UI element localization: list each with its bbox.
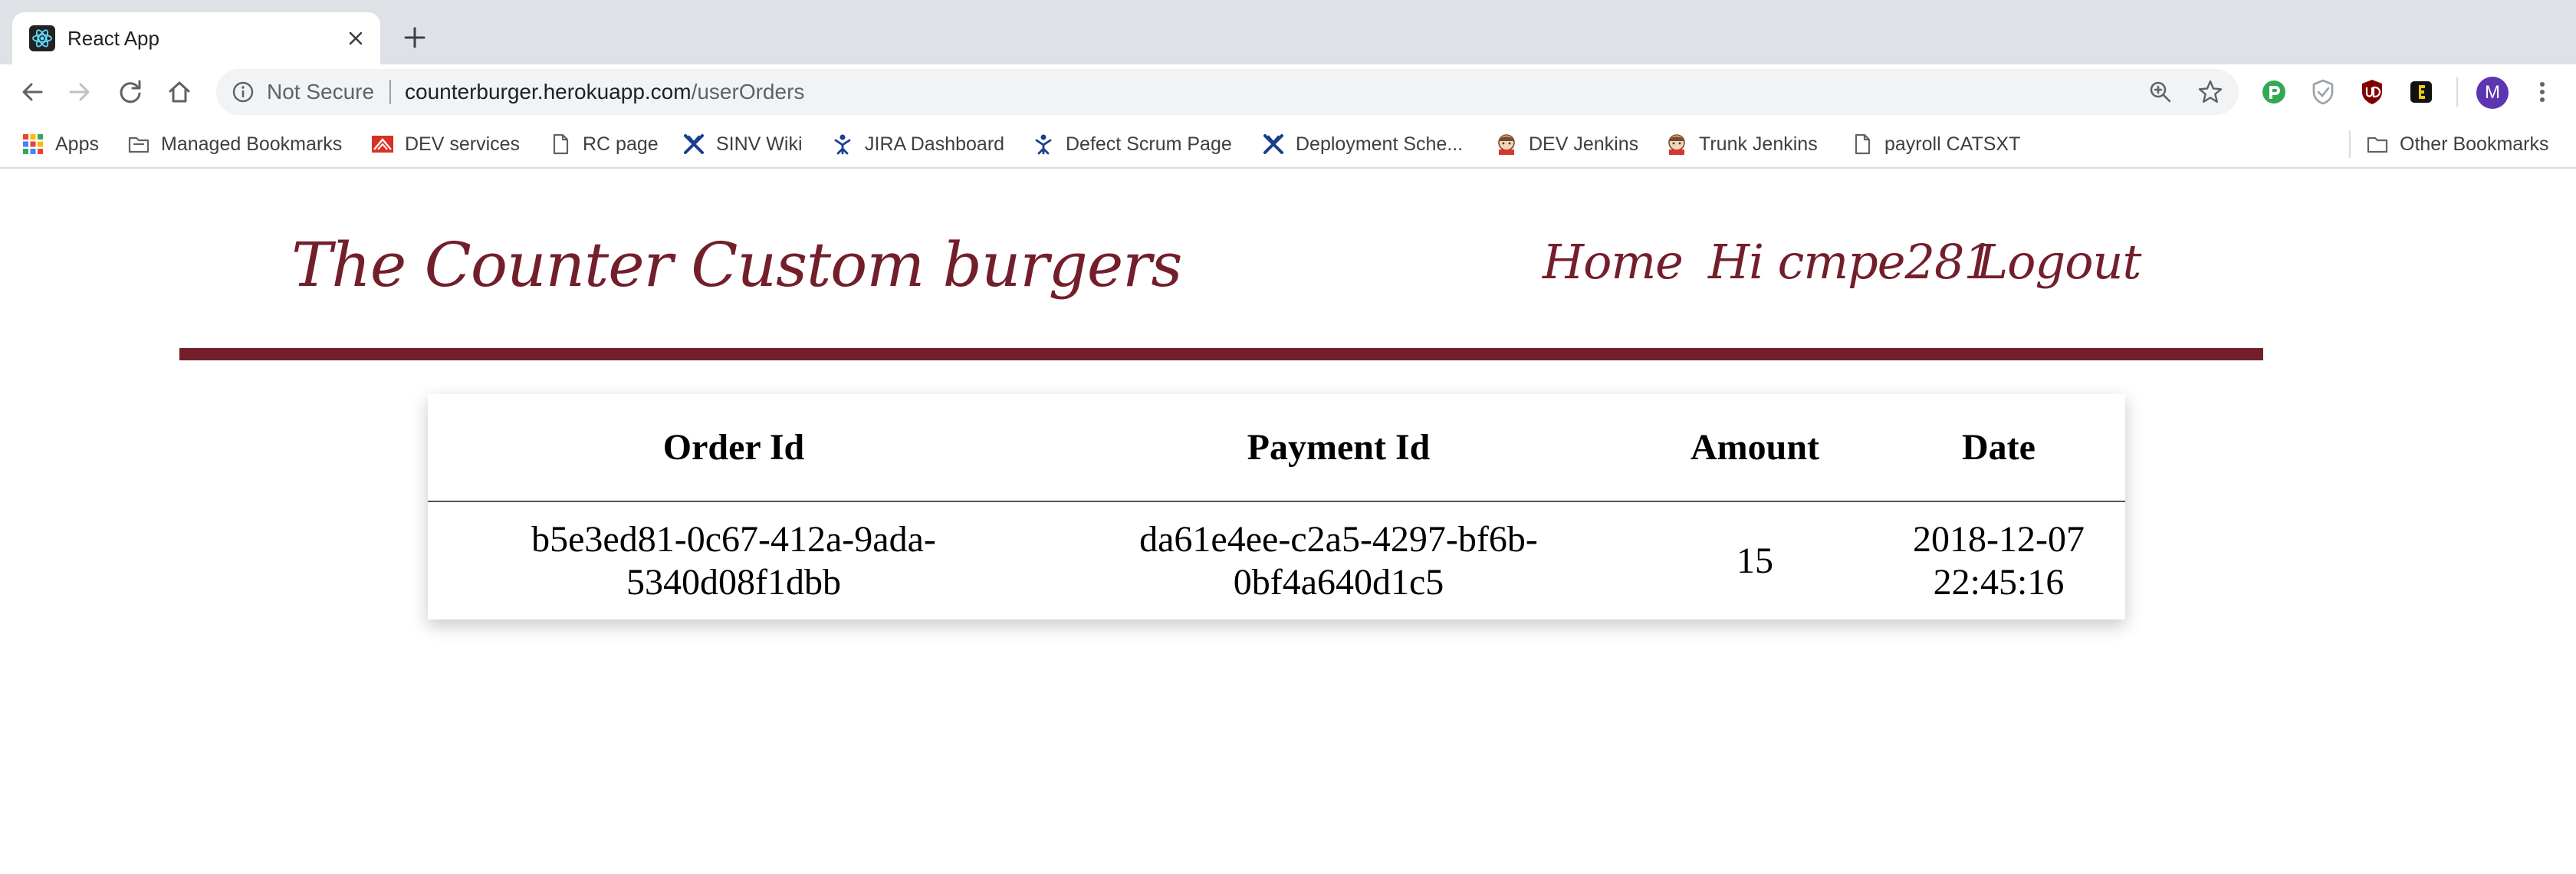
nav-home-link[interactable]: Home	[1543, 232, 1684, 293]
bookmark-defect-scrum[interactable]: Defect Scrum Page	[1032, 126, 1232, 163]
shield-extension-icon[interactable]	[2308, 77, 2338, 107]
bookmark-deployment-schedule[interactable]: Deployment Sche...	[1262, 126, 1463, 163]
nav-greeting-link[interactable]: Hi cmpe281	[1708, 232, 1994, 293]
column-header-date: Date	[1872, 394, 2125, 502]
folder-icon	[128, 136, 150, 153]
bookmark-label: DEV Jenkins	[1529, 133, 1639, 155]
bookmarks-divider	[2349, 130, 2351, 158]
address-bar[interactable]: Not Secure counterburger.herokuapp.com/u…	[216, 69, 2239, 115]
page-icon	[1855, 133, 1871, 155]
zoom-icon[interactable]	[2148, 80, 2173, 104]
bookmarks-bar: Apps Managed Bookmarks DEV services RC p…	[0, 120, 2576, 169]
home-icon[interactable]	[166, 78, 193, 106]
ublock-extension-icon[interactable]	[2357, 77, 2387, 107]
back-arrow-icon[interactable]	[18, 78, 46, 106]
table-header-row: Order Id Payment Id Amount Date	[428, 394, 2125, 502]
jira-icon	[1035, 134, 1052, 155]
address-separator	[389, 80, 391, 104]
bookmark-label: Apps	[55, 133, 99, 155]
evernote-extension-icon[interactable]	[2406, 77, 2436, 107]
url-host: counterburger.herokuapp.com	[405, 80, 692, 104]
reload-icon[interactable]	[117, 78, 144, 106]
date-line2: 22:45:16	[1933, 561, 2065, 603]
tab-strip: React App	[0, 0, 2576, 64]
info-icon[interactable]	[232, 80, 255, 104]
date-line1: 2018-12-07	[1913, 518, 2085, 560]
red-mountain-icon	[372, 136, 393, 153]
toolbar-divider	[2456, 77, 2458, 107]
browser-tab[interactable]: React App	[12, 12, 380, 64]
bookmark-star-icon[interactable]	[2197, 79, 2223, 105]
bookmark-managed[interactable]: Managed Bookmarks	[127, 126, 342, 163]
nav-logout-link[interactable]: Logout	[1976, 232, 2141, 293]
bookmark-trunk-jenkins[interactable]: Trunk Jenkins	[1665, 126, 1818, 163]
folder-icon	[2367, 136, 2388, 153]
bookmark-label: JIRA Dashboard	[865, 133, 1005, 155]
column-header-amount: Amount	[1638, 394, 1872, 502]
security-label[interactable]: Not Secure	[267, 79, 374, 105]
order-id-line2: 5340d08f1dbb	[626, 561, 841, 603]
bookmark-payroll[interactable]: payroll CATSXT	[1851, 126, 2020, 163]
bookmark-rc-page[interactable]: RC page	[549, 126, 659, 163]
forward-arrow-icon[interactable]	[66, 78, 94, 106]
payment-id-cell: da61e4ee-c2a5-4297-bf6b- 0bf4a640d1c5	[1040, 501, 1638, 619]
green-extension-icon[interactable]	[2259, 77, 2289, 107]
bookmark-label: RC page	[583, 133, 659, 155]
bookmark-label: SINV Wiki	[716, 133, 803, 155]
bookmark-label: Managed Bookmarks	[161, 133, 343, 155]
url-path: /userOrders	[691, 80, 805, 104]
x-logo-icon	[684, 134, 704, 154]
jenkins-icon	[1498, 134, 1515, 155]
bookmark-label: DEV services	[405, 133, 521, 155]
react-logo-icon	[29, 25, 55, 51]
table-row: b5e3ed81-0c67-412a-9ada- 5340d08f1dbb da…	[428, 501, 2125, 619]
amount-cell: 15	[1737, 540, 1773, 581]
payment-id-line1: da61e4ee-c2a5-4297-bf6b-	[1139, 518, 1538, 560]
header-divider	[179, 348, 2263, 360]
close-icon[interactable]	[343, 26, 368, 51]
bookmark-dev-services[interactable]: DEV services	[371, 126, 520, 163]
bookmark-sinv-wiki[interactable]: SINV Wiki	[682, 126, 803, 163]
orders-table: Order Id Payment Id Amount Date b5e3ed81…	[428, 394, 2125, 619]
url-text[interactable]: counterburger.herokuapp.com/userOrders	[405, 79, 804, 105]
page-content: The Counter Custom burgers Home Hi cmpe2…	[0, 169, 2576, 874]
bookmark-label: Other Bookmarks	[2400, 133, 2549, 155]
browser-toolbar: Not Secure counterburger.herokuapp.com/u…	[0, 64, 2576, 120]
apps-grid-icon	[23, 134, 43, 154]
page-icon	[553, 133, 569, 155]
jira-icon	[834, 134, 851, 155]
bookmark-apps[interactable]: Apps	[21, 126, 99, 163]
bookmark-label: Defect Scrum Page	[1066, 133, 1232, 155]
column-header-payment-id: Payment Id	[1040, 394, 1638, 502]
order-id-cell: b5e3ed81-0c67-412a-9ada- 5340d08f1dbb	[428, 501, 1040, 619]
profile-avatar[interactable]: M	[2476, 77, 2509, 109]
jenkins-icon	[1668, 134, 1685, 155]
tab-title: React App	[67, 27, 159, 50]
x-logo-icon	[1263, 134, 1283, 154]
bookmark-label: Deployment Sche...	[1296, 133, 1464, 155]
orders-card: Order Id Payment Id Amount Date b5e3ed81…	[428, 394, 2125, 619]
new-tab-plus-icon[interactable]	[400, 23, 429, 52]
bookmark-label: Trunk Jenkins	[1699, 133, 1818, 155]
bookmark-jira-dashboard[interactable]: JIRA Dashboard	[831, 126, 1004, 163]
order-id-line1: b5e3ed81-0c67-412a-9ada-	[531, 518, 936, 560]
bookmark-label: payroll CATSXT	[1884, 133, 2021, 155]
payment-id-line2: 0bf4a640d1c5	[1233, 561, 1444, 603]
column-header-order-id: Order Id	[428, 394, 1040, 502]
bookmark-other[interactable]: Other Bookmarks	[2366, 126, 2549, 163]
brand-title: The Counter Custom burgers	[291, 229, 1182, 301]
menu-dots-icon[interactable]	[2527, 77, 2558, 107]
bookmark-dev-jenkins[interactable]: DEV Jenkins	[1495, 126, 1638, 163]
date-cell: 2018-12-07 22:45:16	[1872, 501, 2125, 619]
